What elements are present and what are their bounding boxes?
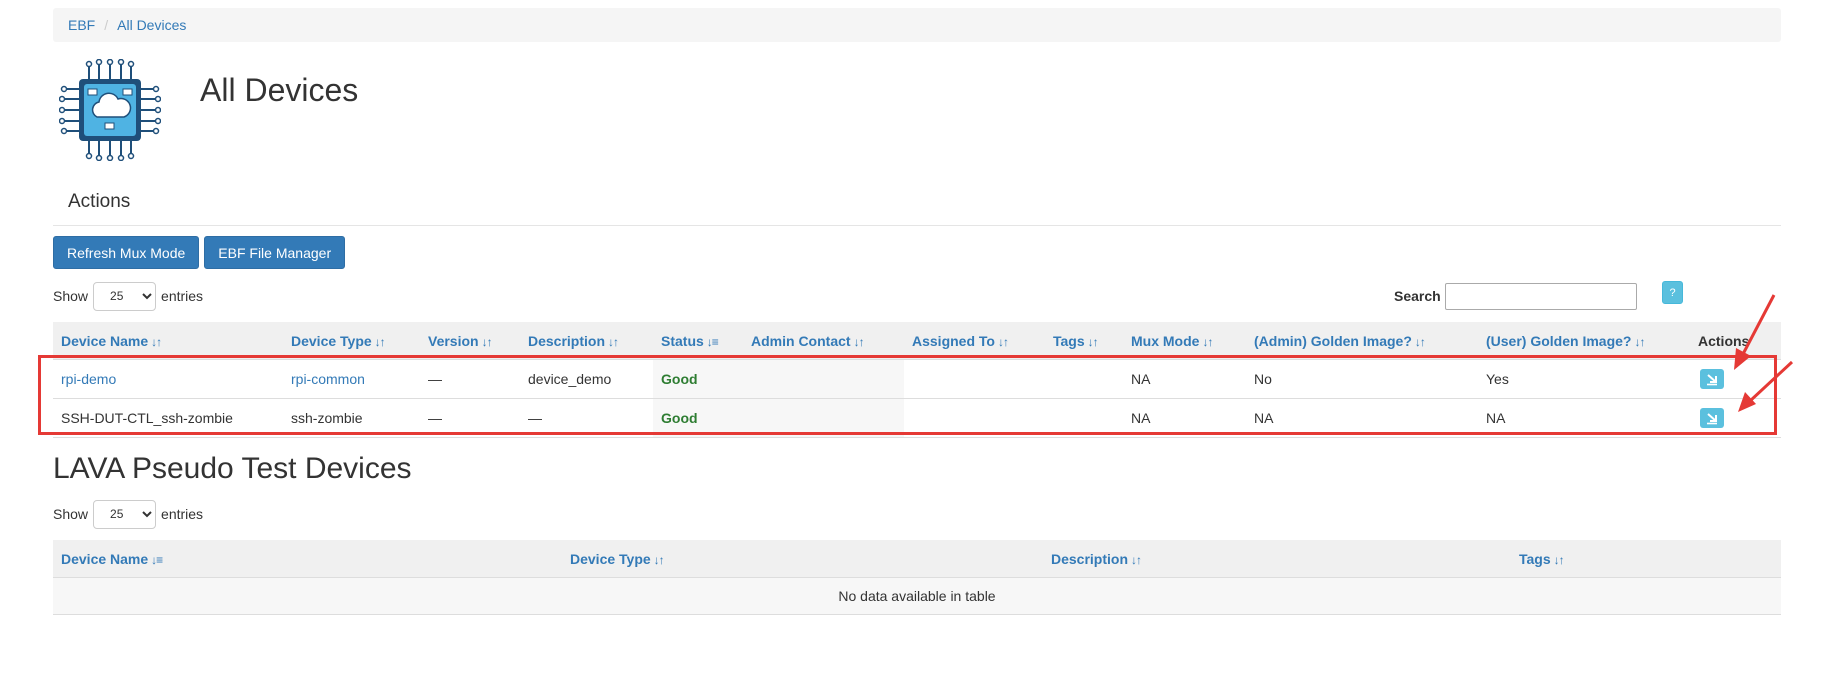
page-size-control: Show 25 entries [53,280,203,312]
column-admin-golden-image[interactable]: (Admin) Golden Image? ↓↑ [1246,322,1478,360]
mux-mode-cell: NA [1123,398,1246,438]
download-button[interactable] [1700,369,1724,389]
column-device-name[interactable]: Device Name ↓↑ [53,322,283,360]
status-cell: Good [653,398,743,438]
breadcrumb: EBF / All Devices [53,8,1781,42]
download-button[interactable] [1700,408,1724,428]
show-label: Show [53,288,89,304]
version-cell: — [420,398,520,438]
pseudo-table-controls: Show 25 entries [53,498,1781,540]
sort-icon: ↓↑ [151,334,162,349]
column-tags[interactable]: Tags ↓↑ [1045,322,1123,360]
search-control: Search [1394,280,1637,312]
actions-heading: Actions [68,191,131,212]
table-row: No data available in table [53,577,1781,615]
description-cell: device_demo [520,359,653,399]
table-row: SSH-DUT-CTL_ssh-zombie ssh-zombie — — Go… [53,398,1781,438]
devices-table-controls: Show 25 entries Search ? [53,280,1781,322]
admin-contact-cell [743,398,904,438]
pseudo-page-size-control: Show 25 entries [53,498,203,530]
column-device-type[interactable]: Device Type ↓↑ [283,322,420,360]
column-actions: Actions [1690,322,1781,360]
sort-icon: ↓↑ [374,334,386,349]
tags-cell [1045,359,1123,399]
actions-cell [1690,359,1781,399]
device-type-cell: ssh-zombie [283,398,420,438]
admin-golden-cell: No [1246,359,1478,399]
entries-label: entries [161,506,204,522]
sort-icon: ↓↑ [608,334,619,349]
column-mux-mode[interactable]: Mux Mode ↓↑ [1123,322,1246,360]
devices-table: Device Name ↓↑ Device Type ↓↑ Version ↓↑ De… [53,322,1781,438]
sort-icon: ↓↑ [653,552,665,567]
column-user-golden-image[interactable]: (User) Golden Image? ↓↑ [1478,322,1690,360]
user-golden-cell: Yes [1478,359,1690,399]
version-cell: — [420,359,520,399]
empty-table-message: No data available in table [53,577,1781,615]
column-admin-contact[interactable]: Admin Contact ↓↑ [743,322,904,360]
table-header-row: Device Name ↓≡ Device Type ↓↑ Description ↓… [53,540,1781,578]
assigned-to-cell [904,398,1045,438]
column-status[interactable]: Status ↓≡ [653,322,743,360]
column-device-type[interactable]: Device Type ↓↑ [562,540,1043,578]
action-buttons: Refresh Mux Mode EBF File Manager [53,236,1781,269]
device-type-link[interactable]: rpi-common [291,371,365,387]
column-version[interactable]: Version ↓↑ [420,322,520,360]
sort-icon: ↓↑ [481,334,493,349]
help-button[interactable]: ? [1662,281,1683,304]
column-description[interactable]: Description ↓↑ [1043,540,1511,578]
sort-icon: ↓↑ [1553,552,1565,567]
download-icon [1707,374,1717,386]
divider [53,225,1781,226]
page-header: All Devices [53,42,1781,174]
sort-icon: ↓↑ [1131,552,1142,567]
column-tags[interactable]: Tags ↓↑ [1511,540,1781,578]
sort-icon: ↓↑ [1414,334,1426,349]
sort-icon: ↓↑ [1087,334,1099,349]
sort-asc-icon: ↓≡ [706,334,719,349]
device-name-cell: SSH-DUT-CTL_ssh-zombie [53,398,283,438]
breadcrumb-separator: / [104,17,109,33]
table-header-row: Device Name ↓↑ Device Type ↓↑ Version ↓↑ De… [53,322,1781,360]
status-cell: Good [653,359,743,399]
sort-asc-icon: ↓≡ [151,552,163,567]
column-assigned-to[interactable]: Assigned To ↓↑ [904,322,1045,360]
search-input[interactable] [1444,282,1637,310]
device-name-link[interactable]: rpi-demo [61,371,116,387]
assigned-to-cell [904,359,1045,399]
description-cell: — [520,398,653,438]
pseudo-devices-heading: LAVA Pseudo Test Devices [53,452,412,485]
admin-contact-cell [743,359,904,399]
ebf-file-manager-button[interactable]: EBF File Manager [204,236,346,269]
column-description[interactable]: Description ↓↑ [520,322,653,360]
entries-label: entries [161,288,204,304]
user-golden-cell: NA [1478,398,1690,438]
pseudo-devices-table: Device Name ↓≡ Device Type ↓↑ Description ↓… [53,540,1781,615]
sort-icon: ↓↑ [997,334,1009,349]
search-label: Search [1394,288,1441,304]
pseudo-page-size-select[interactable]: 25 [93,499,157,529]
tags-cell [1045,398,1123,438]
sort-icon: ↓↑ [1202,334,1213,349]
breadcrumb-current-link[interactable]: All Devices [117,17,186,33]
refresh-mux-mode-button[interactable]: Refresh Mux Mode [53,236,200,269]
column-device-name[interactable]: Device Name ↓≡ [53,540,562,578]
table-row: rpi-demo rpi-common — device_demo Good N… [53,359,1781,399]
chip-cloud-icon [59,59,161,161]
download-icon [1707,413,1717,425]
actions-cell [1690,398,1781,438]
sort-icon: ↓↑ [1634,334,1645,349]
sort-icon: ↓↑ [853,334,865,349]
mux-mode-cell: NA [1123,359,1246,399]
show-label: Show [53,506,89,522]
page-size-select[interactable]: 25 [93,281,157,311]
page-title: All Devices [200,72,359,108]
breadcrumb-root-link[interactable]: EBF [68,17,95,33]
admin-golden-cell: NA [1246,398,1478,438]
